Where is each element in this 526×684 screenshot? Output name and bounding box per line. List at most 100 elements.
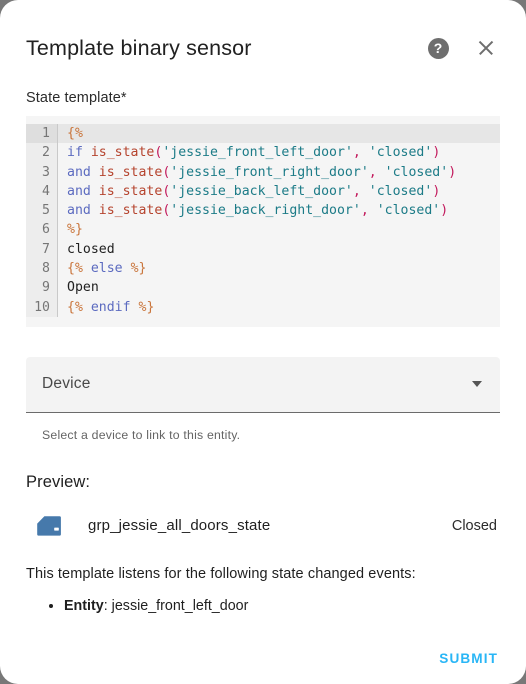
dialog-body: State template* 1 {% 2 if is_state('jessie_… xyxy=(0,90,526,616)
code-token: , xyxy=(352,183,361,199)
code-line-number: 10 xyxy=(26,297,58,317)
code-token: , xyxy=(368,164,377,180)
code-line: 10 {% endif %} xyxy=(26,297,500,317)
code-line-text: Open xyxy=(58,278,500,297)
state-template-code-editor[interactable]: 1 {% 2 if is_state('jessie_front_left_door'… xyxy=(26,116,500,327)
code-token: is_state xyxy=(98,164,163,180)
code-line-number: 7 xyxy=(26,239,58,260)
code-token: if xyxy=(67,145,83,161)
help-button[interactable]: ? xyxy=(426,36,450,60)
code-token: ) xyxy=(448,164,457,180)
code-token: 'jessie_front_right_door' xyxy=(170,164,369,180)
code-line-number: 2 xyxy=(26,143,58,163)
code-line-number: 3 xyxy=(26,162,58,182)
code-line-number: 4 xyxy=(26,181,58,202)
code-line: 8 {% else %} xyxy=(26,259,500,279)
code-line-number: 8 xyxy=(26,259,58,279)
code-token: 'jessie_back_left_door' xyxy=(170,183,353,199)
code-token: {% xyxy=(67,299,83,315)
code-line-text: closed xyxy=(58,240,500,259)
submit-button[interactable]: SUBMIT xyxy=(429,643,508,674)
code-token: {% xyxy=(67,261,83,277)
code-token: is_state xyxy=(90,145,155,161)
code-token: ) xyxy=(432,145,441,161)
code-token: is_state xyxy=(98,203,163,219)
listeners-list: Entity: jessie_front_left_door xyxy=(26,596,500,616)
code-token: %} xyxy=(130,261,147,277)
chevron-down-icon xyxy=(472,381,482,388)
listener-key: Entity xyxy=(64,597,104,614)
code-line-number: 1 xyxy=(26,124,58,144)
code-line: 4 and is_state('jessie_back_left_door', '… xyxy=(26,181,500,202)
code-line: 9 Open xyxy=(26,278,500,298)
dialog-footer: SUBMIT xyxy=(0,632,526,684)
code-token: else xyxy=(90,261,123,277)
code-token: 'closed' xyxy=(384,164,449,180)
code-token: 'closed' xyxy=(368,183,433,199)
code-line-number: 9 xyxy=(26,278,58,298)
preview-entity-row[interactable]: grp_jessie_all_doors_state Closed xyxy=(26,515,500,537)
code-token: ) xyxy=(432,183,441,199)
code-line-text: and is_state('jessie_front_right_door', … xyxy=(58,163,500,182)
code-line-text: {% else %} xyxy=(58,259,500,278)
code-line: 3 and is_state('jessie_front_right_door',… xyxy=(26,162,500,182)
code-line: 2 if is_state('jessie_front_left_door', '… xyxy=(26,143,500,163)
code-line: 7 closed xyxy=(26,239,500,260)
preview-heading: Preview: xyxy=(26,472,91,491)
dialog-header-actions: ? xyxy=(426,36,498,60)
preview-entity-state: Closed xyxy=(451,517,497,534)
listeners-intro: This template listens for the following … xyxy=(26,565,416,582)
code-token: and xyxy=(67,164,91,180)
code-token: , xyxy=(352,145,361,161)
code-line: 1 {% xyxy=(26,124,500,144)
list-item: Entity: jessie_front_left_door xyxy=(64,596,500,616)
preview-entity-name: grp_jessie_all_doors_state xyxy=(88,517,271,535)
help-circle-icon: ? xyxy=(427,37,449,59)
code-line-number: 6 xyxy=(26,220,58,240)
code-line-text: {% endif %} xyxy=(58,298,500,317)
code-token: 'closed' xyxy=(368,145,433,161)
car-door-icon xyxy=(34,515,64,537)
code-line-text: {% xyxy=(58,124,500,143)
close-icon xyxy=(476,38,496,58)
code-line-number: 5 xyxy=(26,201,58,221)
code-token: is_state xyxy=(98,183,163,199)
page-title: Template binary sensor xyxy=(26,36,252,60)
code-token: and xyxy=(67,183,91,199)
device-select[interactable]: Device xyxy=(26,356,500,413)
code-token: ) xyxy=(440,203,449,219)
code-line: 6%} xyxy=(26,220,500,240)
state-template-label: State template* xyxy=(26,90,127,106)
code-token: closed xyxy=(67,241,115,257)
code-token: , xyxy=(360,203,369,219)
code-token: and xyxy=(67,203,91,219)
code-token: 'jessie_front_left_door' xyxy=(162,145,353,161)
close-button[interactable] xyxy=(474,36,498,60)
template-binary-sensor-dialog: Template binary sensor ? State template*… xyxy=(0,0,526,684)
code-token: Open xyxy=(67,280,99,296)
code-token: %} xyxy=(67,222,83,238)
code-token: endif xyxy=(90,299,131,315)
code-line: 5 and is_state('jessie_back_right_door', … xyxy=(26,201,500,221)
code-token: 'jessie_back_right_door' xyxy=(170,203,361,219)
code-token: %} xyxy=(138,299,155,315)
code-line-text: if is_state('jessie_front_left_door', 'c… xyxy=(58,143,500,162)
device-select-value: Device xyxy=(42,375,91,393)
code-line-text: and is_state('jessie_back_right_door', '… xyxy=(58,201,500,220)
code-line-text: %} xyxy=(58,220,500,239)
device-helper-text: Select a device to link to this entity. xyxy=(42,427,241,442)
code-line-text: and is_state('jessie_back_left_door', 'c… xyxy=(58,182,500,201)
code-token: 'closed' xyxy=(376,203,441,219)
dialog-header: Template binary sensor ? xyxy=(0,0,526,72)
